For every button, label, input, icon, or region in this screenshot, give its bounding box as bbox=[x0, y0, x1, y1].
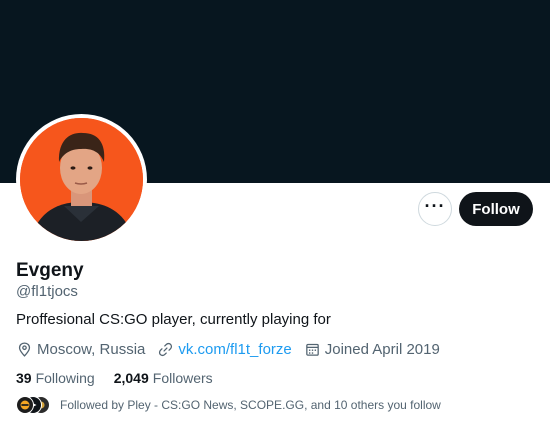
website-link[interactable]: vk.com/fl1t_forze bbox=[178, 341, 291, 358]
profile-avatar[interactable] bbox=[16, 114, 147, 245]
follow-button[interactable]: Follow bbox=[459, 192, 533, 226]
followers-link[interactable]: 2,049 Followers bbox=[114, 370, 213, 386]
following-label: Following bbox=[35, 370, 95, 386]
location-pin-icon bbox=[18, 342, 31, 357]
following-count: 39 bbox=[16, 370, 32, 386]
link-icon bbox=[159, 342, 173, 357]
profile-meta: Moscow, Russia vk.com/fl1t_forze Joined … bbox=[16, 341, 452, 358]
profile-display-name: Evgeny bbox=[16, 260, 84, 281]
profile-website[interactable]: vk.com/fl1t_forze bbox=[157, 341, 292, 358]
calendar-icon bbox=[305, 343, 319, 356]
profile-joined: Joined April 2019 bbox=[304, 341, 440, 358]
following-link[interactable]: 39 Following bbox=[16, 370, 95, 386]
more-options-button[interactable]: ··· bbox=[418, 192, 452, 226]
avatar-photo bbox=[20, 118, 143, 241]
follower-avatar-1 bbox=[16, 396, 34, 414]
profile-stats: 39 Following 2,049 Followers bbox=[16, 370, 232, 386]
location-text: Moscow, Russia bbox=[37, 341, 146, 358]
followers-you-know-avatars bbox=[16, 396, 50, 414]
profile-bio: Proffesional CS:GO player, currently pla… bbox=[16, 311, 331, 328]
followed-by[interactable]: Followed by Pley - CS:GO News, SCOPE.GG,… bbox=[16, 396, 441, 414]
followed-by-text: Followed by Pley - CS:GO News, SCOPE.GG,… bbox=[60, 398, 441, 412]
joined-text: Joined April 2019 bbox=[324, 341, 440, 358]
profile-location: Moscow, Russia bbox=[16, 341, 145, 358]
more-horizontal-icon: ··· bbox=[424, 195, 446, 216]
followers-count: 2,049 bbox=[113, 370, 149, 386]
followers-label: Followers bbox=[152, 370, 213, 386]
profile-handle: @fl1tjocs bbox=[16, 283, 78, 300]
